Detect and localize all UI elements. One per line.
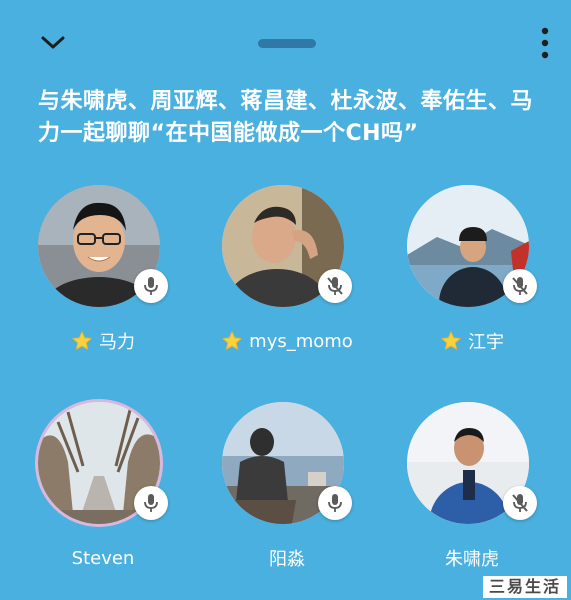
speaker-name: 朱啸虎 — [445, 549, 499, 570]
speaker-name: 阳淼 — [269, 549, 305, 570]
speaker-name-row: 马力 — [13, 327, 193, 355]
mic-on-icon — [134, 269, 168, 303]
speaker-name: Steven — [71, 547, 135, 569]
mic-on-icon — [134, 486, 168, 520]
mic-off-icon — [503, 269, 537, 303]
speaker-tile[interactable]: 阳淼 — [197, 402, 377, 592]
speaker-name-row: 阳淼 — [197, 544, 377, 572]
avatar-container — [38, 402, 168, 532]
watermark-logo: 三易生活 — [483, 576, 567, 598]
speaker-tile[interactable]: 江宇 — [382, 185, 562, 375]
speaker-tile[interactable]: Steven — [13, 402, 193, 592]
speaker-name: mys_momo — [249, 330, 353, 352]
avatar-container — [222, 185, 352, 315]
speaker-name-row: 江宇 — [382, 327, 562, 355]
watermark-text: 三易生活 — [488, 577, 561, 596]
moderator-star-icon — [221, 330, 243, 352]
mic-off-icon — [503, 486, 537, 520]
speaker-name: 马力 — [99, 332, 135, 353]
speaker-tile[interactable]: 马力 — [13, 185, 193, 375]
avatar-container — [38, 185, 168, 315]
avatar-container — [222, 402, 352, 532]
speaker-name-row: mys_momo — [197, 327, 377, 355]
avatar-container — [407, 185, 537, 315]
speaker-tile[interactable]: 朱啸虎 — [382, 402, 562, 592]
moderator-star-icon — [440, 330, 462, 352]
moderator-star-icon — [71, 330, 93, 352]
avatar-container — [407, 402, 537, 532]
mic-off-icon — [318, 269, 352, 303]
speaker-name-row: 朱啸虎 — [382, 544, 562, 572]
speaker-grid: 马力 mys_momo 江宇 Steven 阳淼 朱啸虎 — [0, 0, 571, 600]
mic-on-icon — [318, 486, 352, 520]
speaker-tile[interactable]: mys_momo — [197, 185, 377, 375]
speaker-name: 江宇 — [468, 332, 504, 353]
speaker-name-row: Steven — [13, 544, 193, 572]
